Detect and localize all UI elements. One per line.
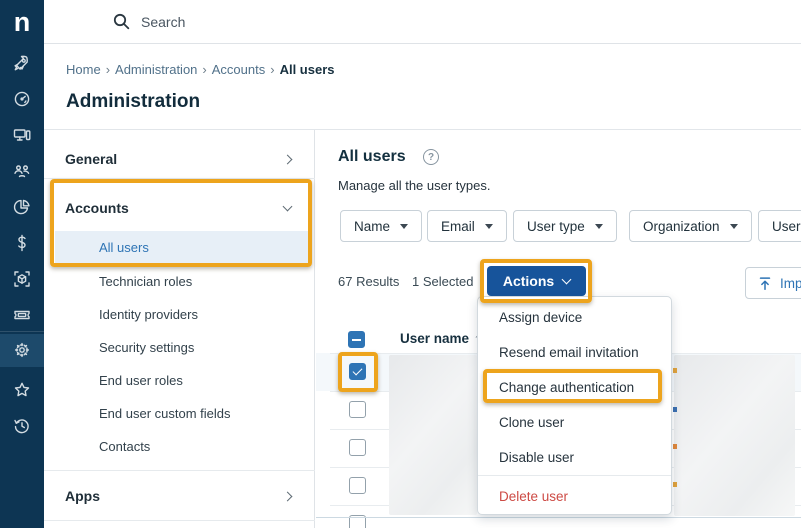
redacted-icon-fragment — [673, 482, 677, 487]
indeterminate-mark — [352, 339, 361, 341]
results-count: 67 Results — [338, 274, 399, 289]
section-subtitle: Manage all the user types. — [338, 178, 490, 193]
import-button[interactable]: Import — [745, 267, 801, 299]
selected-count: 1 Selected — [412, 274, 473, 289]
chevron-down-icon — [283, 202, 293, 212]
top-search-bar: Search — [44, 0, 801, 44]
users-group-icon[interactable] — [0, 156, 44, 186]
import-icon — [757, 275, 773, 292]
breadcrumb-separator: › — [202, 62, 206, 77]
breadcrumb-separator: › — [270, 62, 274, 77]
filter-email[interactable]: Email — [427, 210, 507, 242]
redacted-icon-fragment — [673, 444, 677, 449]
nav-divider — [44, 470, 315, 471]
nav-section-accounts[interactable]: Accounts — [44, 187, 315, 229]
nav-divider — [44, 520, 315, 521]
filter-label: User role — [772, 219, 801, 234]
check-mark — [353, 365, 363, 375]
breadcrumb-current: All users — [280, 62, 335, 77]
menu-item-resend-email-invitation[interactable]: Resend email invitation — [478, 335, 671, 370]
actions-dropdown-menu: Assign device Resend email invitation Ch… — [477, 296, 672, 515]
import-label: Import — [780, 276, 801, 291]
menu-item-clone-user[interactable]: Clone user — [478, 405, 671, 440]
search-input[interactable]: Search — [141, 14, 185, 30]
column-label: User name — [400, 331, 469, 346]
star-favorites-icon[interactable] — [0, 375, 44, 405]
sidebar-divider — [0, 331, 44, 332]
redacted-icon-fragment — [673, 407, 677, 412]
nav-section-general[interactable]: General — [44, 138, 315, 180]
nav-section-label: Apps — [65, 488, 100, 504]
row-checkbox-4[interactable] — [349, 477, 366, 494]
actions-button[interactable]: Actions — [487, 266, 586, 296]
search-icon[interactable] — [112, 12, 131, 36]
redacted-user-details — [674, 355, 795, 516]
settings-nav-panel: General Accounts All users Technician ro… — [44, 130, 315, 528]
caret-down-icon — [485, 224, 493, 229]
nav-section-label: General — [65, 151, 117, 167]
section-title: All users — [338, 148, 406, 166]
row-checkbox-1-checked[interactable] — [349, 363, 366, 380]
chevron-right-icon — [283, 491, 293, 501]
menu-item-assign-device[interactable]: Assign device — [478, 300, 671, 335]
redacted-icon-fragment — [673, 368, 677, 373]
filter-user-role[interactable]: User role — [758, 210, 801, 242]
ticket-icon[interactable] — [0, 300, 44, 330]
nav-section-label: Accounts — [65, 200, 129, 216]
breadcrumb: Home › Administration › Accounts › All users — [66, 62, 335, 77]
caret-down-icon — [400, 224, 408, 229]
pie-chart-icon[interactable] — [0, 192, 44, 222]
filter-organization[interactable]: Organization — [629, 210, 752, 242]
app-logo[interactable]: n — [0, 0, 44, 44]
nav-item-contacts[interactable]: Contacts — [44, 430, 315, 463]
redacted-user-names — [389, 355, 477, 515]
package-cube-icon[interactable] — [0, 264, 44, 294]
nav-section-apps[interactable]: Apps — [44, 475, 315, 517]
chevron-right-icon — [283, 154, 293, 164]
filter-label: User type — [527, 219, 585, 234]
menu-divider — [478, 475, 671, 476]
filter-user-type[interactable]: User type — [513, 210, 617, 242]
caret-down-icon — [595, 224, 603, 229]
filter-label: Organization — [643, 219, 720, 234]
nav-item-all-users[interactable]: All users — [55, 231, 308, 264]
breadcrumb-link-administration[interactable]: Administration — [115, 62, 197, 77]
help-icon[interactable]: ? — [423, 149, 439, 165]
app-sidebar: n — [0, 0, 44, 528]
devices-icon[interactable] — [0, 120, 44, 150]
dashboard-gauge-icon[interactable] — [0, 84, 44, 114]
breadcrumb-link-home[interactable]: Home — [66, 62, 101, 77]
nav-divider — [44, 178, 315, 179]
column-header-user-name[interactable]: User name↑ — [400, 331, 481, 346]
table-bottom-border — [316, 517, 801, 518]
rocket-icon[interactable] — [0, 48, 44, 78]
actions-label: Actions — [503, 273, 554, 289]
nav-item-security-settings[interactable]: Security settings — [44, 331, 315, 364]
nav-item-end-user-roles[interactable]: End user roles — [44, 364, 315, 397]
row-checkbox-3[interactable] — [349, 439, 366, 456]
menu-item-disable-user[interactable]: Disable user — [478, 440, 671, 475]
menu-item-change-authentication[interactable]: Change authentication — [478, 370, 671, 405]
select-all-checkbox[interactable] — [348, 331, 365, 348]
filter-label: Email — [441, 219, 475, 234]
breadcrumb-link-accounts[interactable]: Accounts — [212, 62, 265, 77]
breadcrumb-separator: › — [106, 62, 110, 77]
caret-down-icon — [730, 224, 738, 229]
dollar-billing-icon[interactable] — [0, 228, 44, 258]
nav-item-identity-providers[interactable]: Identity providers — [44, 298, 315, 331]
history-clock-icon[interactable] — [0, 411, 44, 441]
page-title: Administration — [66, 91, 200, 113]
gear-settings-icon[interactable] — [0, 335, 44, 365]
menu-item-delete-user[interactable]: Delete user — [478, 479, 671, 514]
row-checkbox-2[interactable] — [349, 401, 366, 418]
filter-label: Name — [354, 219, 390, 234]
chevron-down-icon — [562, 274, 572, 284]
filter-name[interactable]: Name — [340, 210, 422, 242]
nav-item-end-user-custom-fields[interactable]: End user custom fields — [44, 397, 315, 430]
nav-item-technician-roles[interactable]: Technician roles — [44, 265, 315, 298]
